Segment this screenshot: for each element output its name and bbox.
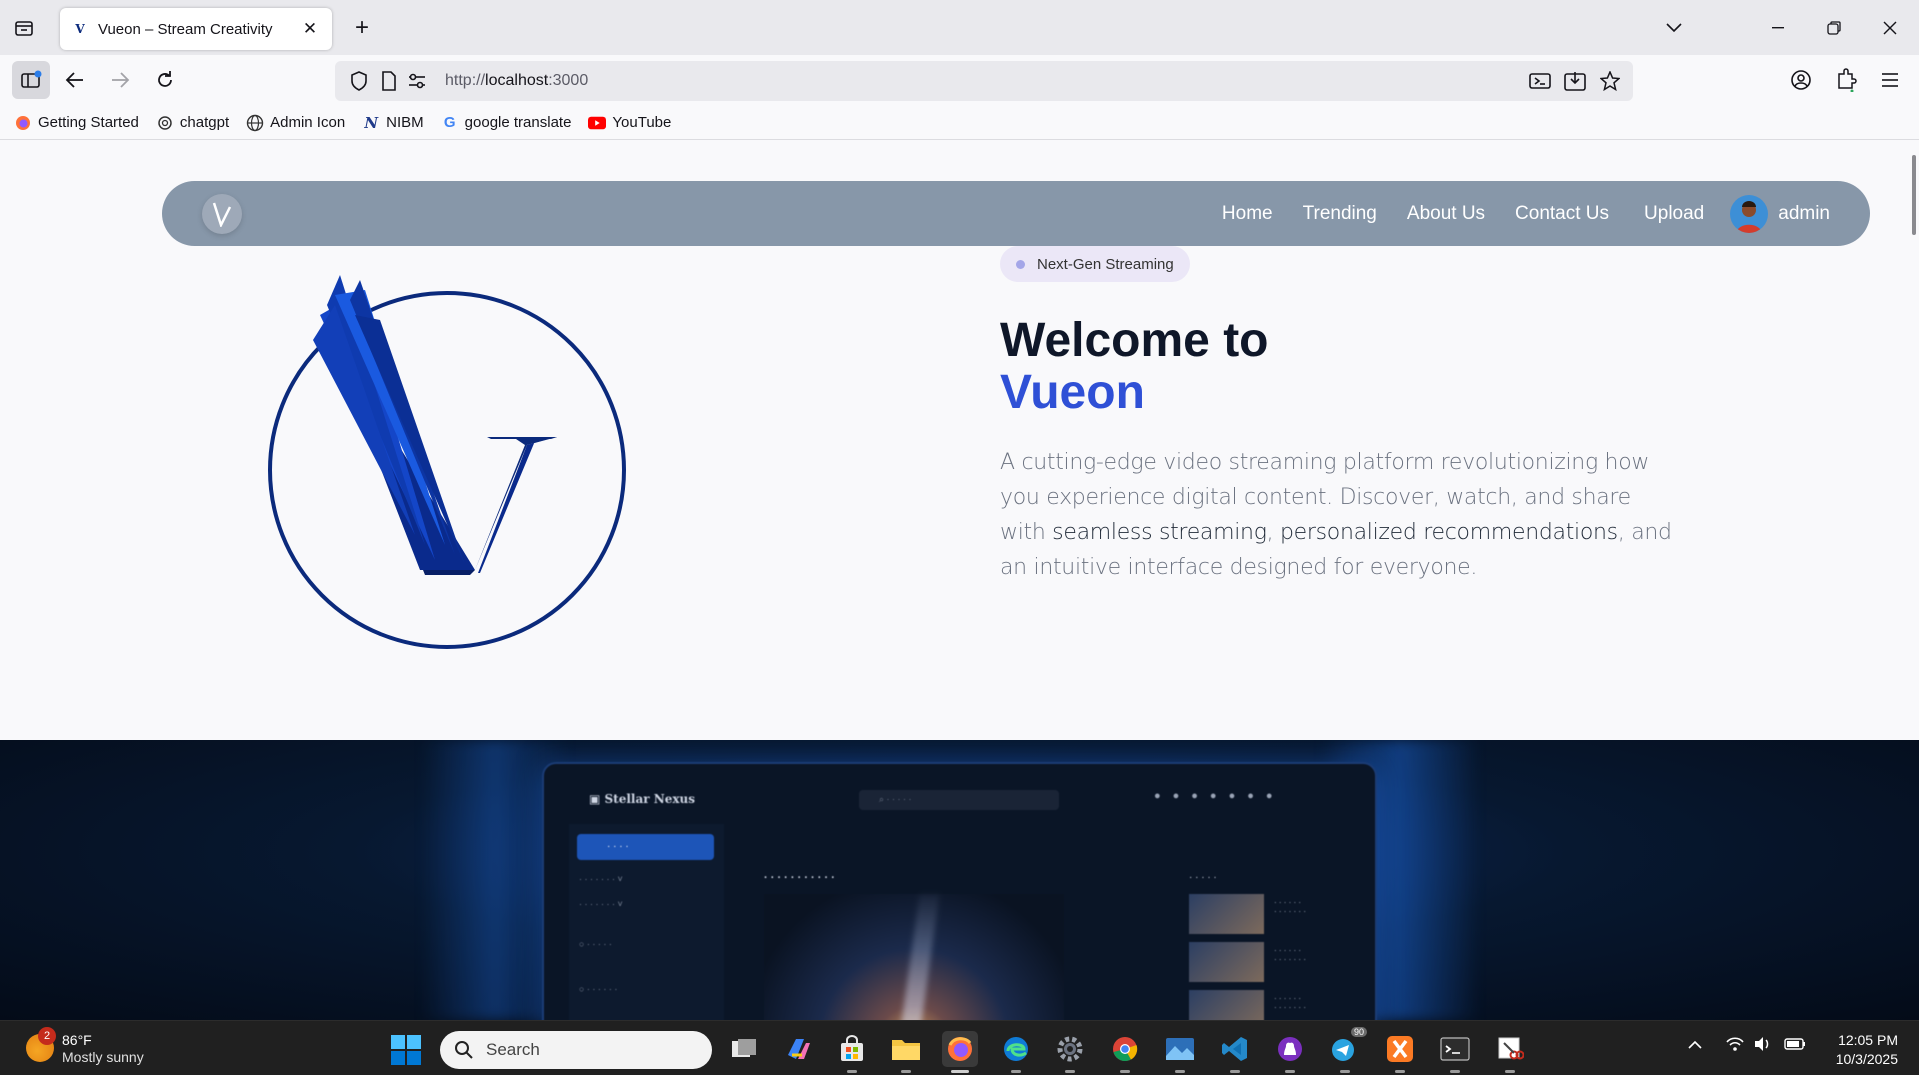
user-name: admin bbox=[1778, 202, 1830, 224]
restore-window-button[interactable] bbox=[1820, 14, 1848, 42]
firefox-icon bbox=[14, 114, 32, 132]
hero-title: Welcome to Vueon bbox=[1000, 314, 1269, 419]
browser-tab-bar: V Vueon – Stream Creativity ✕ + bbox=[0, 0, 1919, 55]
permissions-icon[interactable] bbox=[401, 65, 433, 97]
openai-icon bbox=[156, 114, 174, 132]
terminal-icon[interactable] bbox=[1437, 1031, 1473, 1073]
firefox-taskbar-icon[interactable] bbox=[942, 1031, 978, 1073]
save-to-pocket-icon[interactable] bbox=[1559, 65, 1591, 97]
bookmarks-toolbar: Getting Started chatgpt Admin Icon N NIB… bbox=[0, 106, 1919, 140]
site-nav-links: Home Trending About Us Contact Us Upload… bbox=[1222, 181, 1830, 246]
shield-icon[interactable] bbox=[343, 65, 375, 97]
picture-in-picture-icon[interactable] bbox=[1524, 65, 1556, 97]
bookmark-admin-icon[interactable]: Admin Icon bbox=[246, 114, 345, 132]
nav-contact-link[interactable]: Contact Us bbox=[1515, 203, 1609, 225]
web-page: Home Trending About Us Contact Us Upload… bbox=[0, 140, 1919, 1020]
close-tab-icon[interactable]: ✕ bbox=[300, 19, 320, 39]
windows-start-icon[interactable] bbox=[391, 1035, 421, 1065]
account-icon[interactable] bbox=[1785, 64, 1817, 96]
youtube-icon bbox=[588, 114, 607, 132]
nav-trending-link[interactable]: Trending bbox=[1303, 203, 1377, 225]
nav-about-link[interactable]: About Us bbox=[1407, 203, 1485, 225]
wifi-icon[interactable] bbox=[1726, 1036, 1744, 1055]
system-clock[interactable]: 12:05 PM 10/3/2025 bbox=[1820, 1031, 1898, 1069]
bookmark-chatgpt[interactable]: chatgpt bbox=[156, 114, 229, 132]
file-explorer-icon[interactable] bbox=[888, 1031, 924, 1073]
page-scrollbar-thumb[interactable] bbox=[1912, 155, 1916, 235]
google-icon: G bbox=[443, 114, 456, 131]
new-tab-button[interactable]: + bbox=[348, 14, 376, 42]
telegram-badge: 90 bbox=[1350, 1027, 1367, 1037]
avatar[interactable] bbox=[1730, 194, 1769, 233]
browser-toolbar: http://localhost:3000 bbox=[0, 55, 1919, 106]
preview-video-thumbnail bbox=[764, 894, 1064, 1020]
next-gen-badge: Next-Gen Streaming bbox=[1000, 246, 1190, 282]
volume-icon[interactable] bbox=[1754, 1036, 1772, 1055]
settings-gear-icon[interactable] bbox=[1052, 1031, 1088, 1073]
nav-home-link[interactable]: Home bbox=[1222, 203, 1273, 225]
tab-title: Vueon – Stream Creativity bbox=[98, 20, 273, 38]
close-window-button[interactable] bbox=[1876, 14, 1904, 42]
xampp-icon[interactable] bbox=[1382, 1031, 1418, 1073]
menu-hamburger-icon[interactable] bbox=[1874, 64, 1906, 96]
minimize-window-button[interactable] bbox=[1764, 14, 1792, 42]
extensions-icon[interactable] bbox=[1830, 64, 1862, 96]
hero-description: A cutting-edge video streaming platform … bbox=[1000, 450, 1672, 580]
chrome-icon[interactable] bbox=[1107, 1031, 1143, 1073]
chevron-up-icon[interactable] bbox=[1688, 1037, 1702, 1053]
weather-desc: Mostly sunny bbox=[62, 1049, 144, 1065]
weather-temp: 86°F bbox=[62, 1032, 92, 1048]
edge-icon[interactable] bbox=[998, 1031, 1034, 1073]
weather-widget[interactable]: 2 86°F Mostly sunny bbox=[26, 1027, 144, 1065]
user-menu[interactable]: admin bbox=[1730, 194, 1830, 233]
battery-icon[interactable] bbox=[1784, 1036, 1806, 1055]
globe-icon bbox=[246, 114, 264, 132]
search-icon bbox=[455, 1041, 473, 1059]
bookmark-nibm[interactable]: N NIBM bbox=[362, 113, 423, 132]
photos-icon[interactable] bbox=[1162, 1031, 1198, 1073]
site-navbar: Home Trending About Us Contact Us Upload… bbox=[162, 181, 1870, 246]
bookmark-star-icon[interactable] bbox=[1594, 65, 1626, 97]
forward-arrow-icon[interactable] bbox=[104, 64, 136, 96]
app-preview-section: ▣ Stellar Nexus ⌕ · · · · · ●●●●●●● · · … bbox=[0, 740, 1919, 1020]
chevron-down-icon[interactable] bbox=[1660, 14, 1688, 42]
notification-badge: 2 bbox=[38, 1027, 56, 1045]
vueon-favicon-icon: V bbox=[75, 22, 85, 36]
telegram-icon[interactable]: 90 bbox=[1327, 1027, 1367, 1073]
snipping-tool-icon[interactable] bbox=[1492, 1031, 1528, 1073]
vscode-icon[interactable] bbox=[1217, 1031, 1253, 1073]
url-bar[interactable]: http://localhost:3000 bbox=[335, 61, 1633, 101]
app-preview-mockup: ▣ Stellar Nexus ⌕ · · · · · ●●●●●●● · · … bbox=[542, 762, 1377, 1020]
active-tab[interactable]: V Vueon – Stream Creativity ✕ bbox=[60, 8, 332, 50]
windows-taskbar: 2 86°F Mostly sunny Search 90 12:05 PM 1… bbox=[0, 1020, 1919, 1075]
bookmark-getting-started[interactable]: Getting Started bbox=[14, 114, 139, 132]
github-desktop-icon[interactable] bbox=[1272, 1031, 1308, 1073]
url-text[interactable]: http://localhost:3000 bbox=[445, 72, 588, 90]
sun-icon: 2 bbox=[26, 1027, 56, 1062]
logo-brush-strokes bbox=[313, 275, 475, 570]
taskbar-search[interactable]: Search bbox=[440, 1031, 712, 1069]
microsoft-store-icon[interactable] bbox=[834, 1031, 870, 1073]
task-view-icon[interactable] bbox=[726, 1031, 762, 1067]
sidebar-toggle-icon[interactable] bbox=[12, 61, 50, 99]
vueon-hero-logo bbox=[268, 275, 626, 649]
copilot-icon[interactable] bbox=[780, 1031, 816, 1067]
nav-upload-link[interactable]: Upload bbox=[1644, 203, 1704, 225]
back-arrow-icon[interactable] bbox=[59, 64, 91, 96]
reload-icon[interactable] bbox=[149, 64, 181, 96]
bookmark-google-translate[interactable]: G google translate bbox=[441, 114, 572, 132]
badge-dot bbox=[1016, 259, 1025, 269]
vueon-logo-icon[interactable] bbox=[202, 194, 242, 234]
bookmark-youtube[interactable]: YouTube bbox=[588, 114, 671, 132]
list-all-tabs-icon[interactable] bbox=[12, 16, 36, 40]
nibm-icon: N bbox=[364, 113, 379, 132]
